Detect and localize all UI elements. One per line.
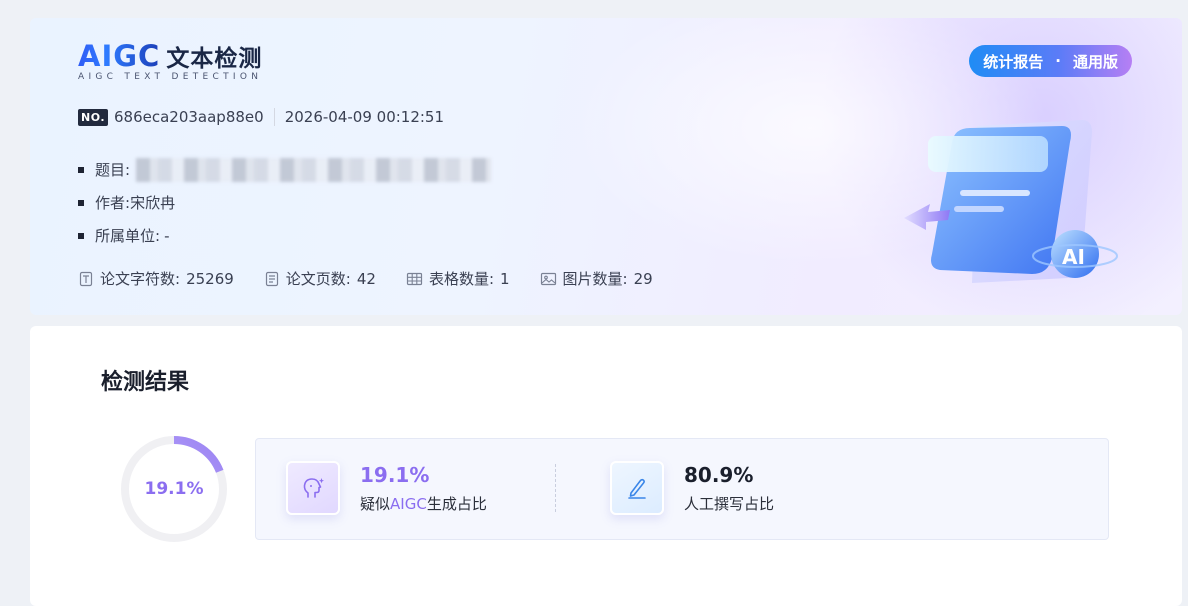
svg-text:AI: AI — [1062, 245, 1085, 269]
pages-label: 论文页数: — [285, 270, 351, 288]
logo-title: 文本检测 — [166, 46, 263, 72]
report-datetime: 2026-04-09 00:12:51 — [284, 108, 445, 126]
org-value: - — [164, 226, 170, 245]
meta-divider — [273, 108, 275, 126]
table-icon — [406, 272, 423, 285]
report-no-tag: NO. — [78, 108, 108, 126]
detection-result-card: 检测结果 19.1% 19.1% 疑似AIGC生成占比 80.9% 人工撰写占比 — [30, 326, 1182, 606]
info-title-row: 题目: — [78, 153, 492, 186]
ai-ratio-value: 19.1% — [360, 462, 430, 487]
result-summary-panel: 19.1% 疑似AIGC生成占比 80.9% 人工撰写占比 — [255, 438, 1109, 540]
pages-value: 42 — [356, 269, 376, 288]
human-metric: 80.9% 人工撰写占比 — [610, 461, 774, 515]
chars-value: 25269 — [186, 269, 234, 288]
document-text-icon — [79, 271, 93, 286]
pen-icon — [610, 461, 664, 515]
paper-stats: 论文字符数: 25269 论文页数: 42 表格数量: 1 图片数量: 29 — [78, 268, 653, 289]
aigc-logo: AIGC 文本检测 AIGC TEXT DETECTION — [78, 39, 263, 82]
badge-report-label: 统计报告 — [983, 52, 1044, 71]
tables-value: 1 — [500, 269, 510, 288]
metric-divider — [555, 464, 556, 512]
stat-chars: 论文字符数: 25269 — [78, 268, 234, 289]
tables-label: 表格数量: — [428, 270, 494, 288]
human-ratio-value: 80.9% — [684, 462, 754, 487]
report-number: 686eca203aap88e0 — [114, 108, 264, 126]
ai-label-pre: 疑似 — [360, 494, 391, 513]
images-value: 29 — [633, 269, 653, 288]
title-value-redacted — [136, 157, 492, 182]
ai-label-highlight: AIGC — [390, 494, 427, 513]
logo-brand: AIGC — [78, 39, 161, 73]
report-type-badge: 统计报告 · 通用版 — [969, 45, 1132, 77]
paper-info: 题目: 作者: 宋欣冉 所属单位: - — [78, 153, 492, 252]
ai-ratio-label: 疑似AIGC生成占比 — [360, 493, 487, 514]
stat-pages: 论文页数: 42 — [264, 268, 376, 289]
chars-label: 论文字符数: — [100, 270, 181, 288]
bullet-icon — [78, 166, 84, 173]
stat-tables: 表格数量: 1 — [406, 268, 510, 289]
report-header-card: AIGC 文本检测 AIGC TEXT DETECTION 统计报告 · 通用版… — [30, 18, 1182, 315]
ai-metric: 19.1% 疑似AIGC生成占比 — [286, 461, 487, 515]
bullet-icon — [78, 232, 84, 239]
info-org-row: 所属单位: - — [78, 219, 491, 252]
author-label: 作者: — [95, 194, 131, 212]
info-author-row: 作者: 宋欣冉 — [78, 186, 491, 219]
human-ratio-label: 人工撰写占比 — [684, 494, 775, 513]
ring-percent-label: 19.1% — [144, 479, 204, 499]
badge-edition-label: 通用版 — [1072, 52, 1118, 71]
ai-head-icon — [286, 461, 340, 515]
ai-label-post: 生成占比 — [426, 494, 487, 513]
stat-images: 图片数量: 29 — [540, 268, 653, 289]
bullet-icon — [78, 199, 84, 206]
image-icon — [540, 272, 556, 285]
document-pages-icon — [265, 271, 278, 286]
images-label: 图片数量: — [562, 270, 628, 288]
section-title: 检测结果 — [101, 370, 190, 395]
author-value: 宋欣冉 — [130, 194, 176, 212]
report-meta: NO. 686eca203aap88e0 2026-04-09 00:12:51 — [78, 108, 444, 126]
badge-dot: · — [1055, 52, 1061, 70]
ai-document-illustration: AI — [904, 120, 1118, 283]
logo-subtitle: AIGC TEXT DETECTION — [78, 72, 263, 82]
title-label: 题目: — [95, 161, 131, 179]
org-label: 所属单位: — [95, 227, 161, 245]
